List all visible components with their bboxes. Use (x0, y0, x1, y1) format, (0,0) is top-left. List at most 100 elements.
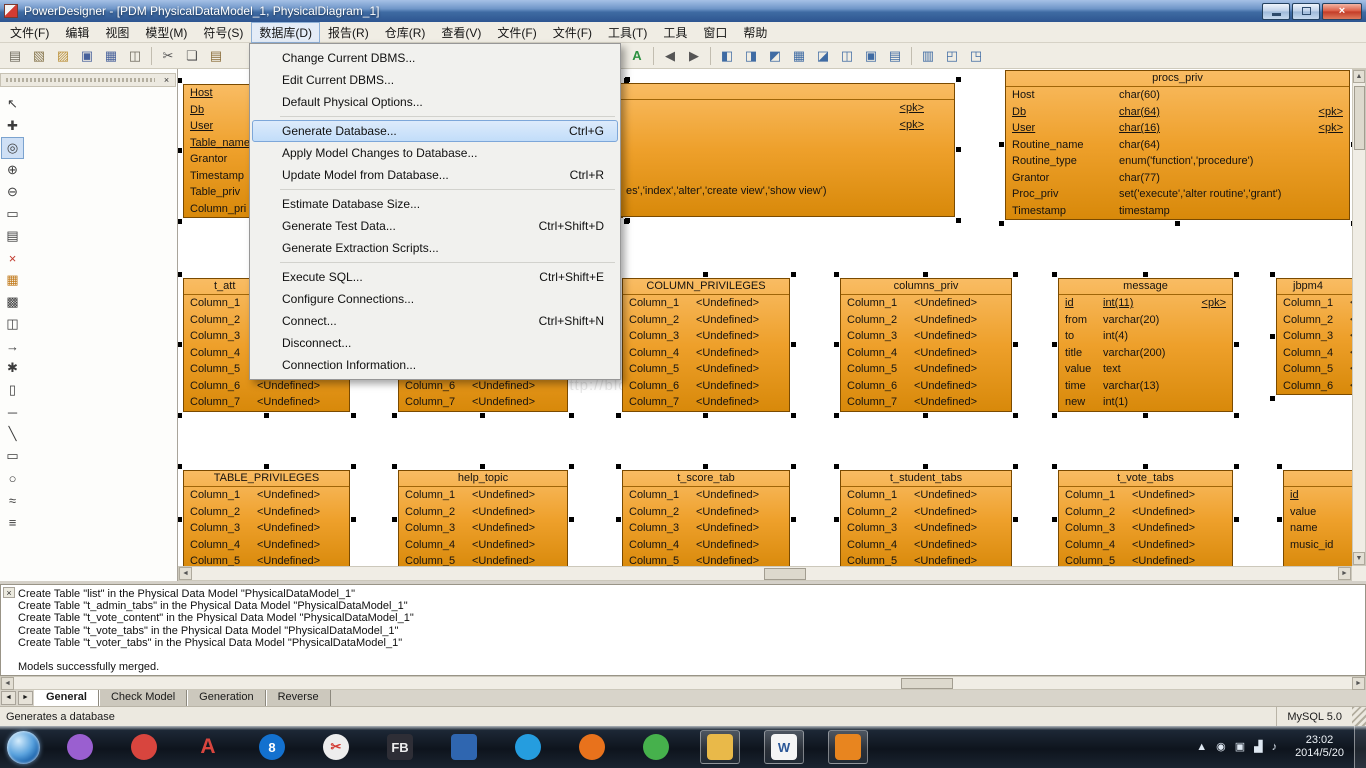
selection-handle[interactable] (351, 464, 356, 469)
selection-handle[interactable] (923, 413, 928, 418)
selection-handle[interactable] (1234, 413, 1239, 418)
diagonal-line-tool-icon[interactable]: ╲ (1, 423, 24, 445)
menubar-item-7[interactable]: 报告(R) (320, 22, 377, 43)
menubar-item-1[interactable]: 文件(F) (2, 22, 57, 43)
package-tool-icon[interactable]: ▦ (1, 269, 24, 291)
polyline-tool-icon[interactable]: ≈ (1, 489, 24, 511)
window-columns-icon[interactable]: ◫ (836, 46, 858, 66)
selection-handle[interactable] (1013, 272, 1018, 277)
save-all-icon[interactable]: ▦ (100, 46, 122, 66)
table-columns-priv[interactable]: columns_privColumn_1<Undefined>Column_2<… (840, 278, 1012, 412)
selection-handle[interactable] (351, 517, 356, 522)
selection-handle[interactable] (791, 342, 796, 347)
selection-handle[interactable] (1052, 413, 1057, 418)
selection-handle[interactable] (1175, 221, 1180, 226)
rectangle-tool-icon[interactable]: ▭ (1, 445, 24, 467)
menubar-item-5[interactable]: 符号(S) (195, 22, 251, 43)
menu-item-update-model-from-database[interactable]: Update Model from Database...Ctrl+R (252, 164, 618, 186)
output-hscroll-thumb[interactable] (901, 678, 953, 689)
scroll-left-icon[interactable]: ◄ (179, 567, 192, 580)
menubar-item-9[interactable]: 查看(V) (433, 22, 489, 43)
selection-handle[interactable] (923, 272, 928, 277)
menubar-item-2[interactable]: 编辑 (57, 22, 97, 43)
selection-handle[interactable] (1270, 396, 1275, 401)
selection-handle[interactable] (703, 464, 708, 469)
view-tool-icon[interactable]: ◫ (1, 313, 24, 335)
selection-handle[interactable] (1234, 342, 1239, 347)
print-icon[interactable]: ◫ (124, 46, 146, 66)
selection-handle[interactable] (1143, 272, 1148, 277)
selection-handle[interactable] (834, 272, 839, 277)
show-desktop-button[interactable] (1354, 726, 1366, 768)
selection-handle[interactable] (791, 272, 796, 277)
tab-scroll-left-icon[interactable]: ◄ (1, 691, 16, 705)
table-t-student-tabs[interactable]: t_student_tabsColumn_1<Undefined>Column_… (840, 470, 1012, 566)
delete-tool-icon[interactable]: × (1, 247, 24, 269)
selection-handle[interactable] (178, 342, 182, 347)
taskbar-app-purple-ball-icon[interactable] (60, 730, 100, 764)
start-button[interactable] (7, 731, 40, 764)
menu-item-configure-connections[interactable]: Configure Connections... (252, 288, 618, 310)
window-rows-icon[interactable]: ▤ (884, 46, 906, 66)
selection-handle[interactable] (1052, 464, 1057, 469)
selection-handle[interactable] (351, 413, 356, 418)
tray-expand-icon[interactable]: ▲ (1196, 742, 1207, 753)
font-color-icon[interactable]: A (626, 46, 648, 66)
selection-handle[interactable] (703, 272, 708, 277)
selection-handle[interactable] (999, 142, 1004, 147)
procedure-tool-icon[interactable]: ✱ (1, 357, 24, 379)
table-procs-priv[interactable]: procs_privHostchar(60)Dbchar(64)<pk>User… (1005, 70, 1350, 220)
pointer-tool-icon[interactable]: ↖ (1, 93, 24, 115)
note-tool-icon[interactable]: ≡ (1, 511, 24, 533)
view-pane-icon[interactable]: ◰ (941, 46, 963, 66)
selection-handle[interactable] (264, 413, 269, 418)
selection-handle[interactable] (1052, 272, 1057, 277)
selection-handle[interactable] (1143, 413, 1148, 418)
minimize-button[interactable] (1262, 3, 1290, 20)
taskbar-app-word-icon[interactable]: W (764, 730, 804, 764)
tab-general[interactable]: General (34, 690, 99, 706)
selection-handle[interactable] (834, 342, 839, 347)
selection-handle[interactable] (1234, 272, 1239, 277)
restore-button[interactable] (1292, 3, 1320, 20)
cut-icon[interactable]: ✂ (157, 46, 179, 66)
output-close-button[interactable]: × (3, 587, 15, 598)
canvas-hscroll-thumb[interactable] (764, 568, 806, 580)
menu-item-connect[interactable]: Connect...Ctrl+Shift+N (252, 310, 618, 332)
panel-close-button[interactable]: × (160, 75, 173, 86)
tray-volume-icon[interactable]: ♪ (1272, 742, 1278, 753)
open-folder-icon[interactable]: ▨ (52, 46, 74, 66)
menu-item-apply-model-changes-to-database[interactable]: Apply Model Changes to Database... (252, 142, 618, 164)
selection-handle[interactable] (834, 517, 839, 522)
selection-handle[interactable] (392, 464, 397, 469)
selection-handle[interactable] (1052, 517, 1057, 522)
table-table-privileges[interactable]: TABLE_PRIVILEGESColumn_1<Undefined>Colum… (183, 470, 350, 566)
selection-handle[interactable] (178, 148, 182, 153)
window-shade-icon[interactable]: ◪ (812, 46, 834, 66)
zoom-out-tool-icon[interactable]: ⊖ (1, 181, 24, 203)
selection-handle[interactable] (834, 413, 839, 418)
selection-handle[interactable] (178, 78, 182, 83)
selection-handle[interactable] (1013, 464, 1018, 469)
selection-handle[interactable] (791, 517, 796, 522)
window-tile-icon[interactable]: ◧ (716, 46, 738, 66)
menubar-item-6[interactable]: 数据库(D) (251, 22, 320, 43)
table-jbpm4[interactable]: jbpm4Column_1<Undefined>Column_2<Undefin… (1276, 278, 1352, 395)
output-scroll-right-icon[interactable]: ► (1352, 677, 1365, 690)
table-message[interactable]: messageidint(11)<pk>fromvarchar(20)toint… (1058, 278, 1233, 412)
selection-handle[interactable] (1270, 272, 1275, 277)
selection-handle[interactable] (703, 413, 708, 418)
selection-handle[interactable] (1143, 464, 1148, 469)
view-list-icon[interactable]: ▥ (917, 46, 939, 66)
table-right-partial[interactable]: idvaluenamemusic_id (1283, 470, 1352, 566)
scroll-down-icon[interactable]: ▼ (1353, 552, 1365, 565)
save-icon[interactable]: ▣ (76, 46, 98, 66)
menu-item-edit-current-dbms[interactable]: Edit Current DBMS... (252, 69, 618, 91)
next-icon[interactable]: ▶ (683, 46, 705, 66)
menubar-item-12[interactable]: 工具(T) (600, 22, 655, 43)
open-workspace-icon[interactable]: ▧ (28, 46, 50, 66)
new-document-icon[interactable]: ▤ (4, 46, 26, 66)
line-tool-icon[interactable]: ─ (1, 401, 24, 423)
selection-handle[interactable] (1270, 334, 1275, 339)
previous-icon[interactable]: ◀ (659, 46, 681, 66)
